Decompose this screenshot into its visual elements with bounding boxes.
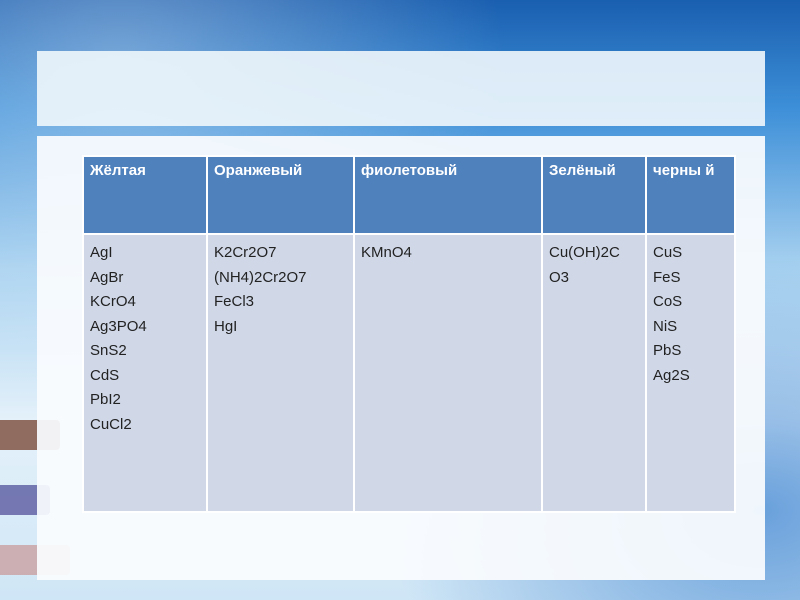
color-compounds-table: Жёлтая Оранжевый фиолетовый Зелёный черны й … (82, 155, 736, 513)
compound-formula: Cu(OH)2C (549, 244, 620, 261)
header-row: Жёлтая Оранжевый фиолетовый Зелёный черны й (82, 155, 736, 235)
compound-formula: AgI (90, 244, 113, 261)
compound-formula: SnS2 (90, 342, 127, 359)
compound-formula: PbS (653, 342, 682, 359)
table-cell: Cu(OH)2C O3 (541, 233, 647, 513)
compound-formula: AgBr (90, 268, 124, 286)
table-row: AgI AgBr KCrO4 Ag3PO4 SnS2 CdS PbI2 CuCl2 K2Cr2O… (82, 233, 736, 513)
table-cell: AgI AgBr KCrO4 Ag3PO4 SnS2 CdS PbI2 CuCl2 (82, 233, 208, 513)
compound-formula: Ag2S (653, 366, 690, 384)
compound-formula: O3 (549, 268, 570, 286)
column-header: фиолетовый (353, 155, 543, 235)
column-header: Жёлтая (82, 155, 208, 235)
compound-formula: NiS (653, 317, 678, 335)
title-placeholder (37, 51, 765, 126)
compound-formula: FeS (653, 268, 681, 286)
compound-formula: PbI2 (90, 391, 121, 408)
column-header: Зелёный (541, 155, 647, 235)
column-header: черны й (645, 155, 736, 235)
table-cell: KMnO4 (353, 233, 543, 513)
compound-formula: KMnO4 (361, 244, 412, 261)
table-cell: K2Cr2O7 (NH4)2Cr2O7 FeCl3 HgI (206, 233, 355, 513)
compound-formula: FeCl3 (214, 293, 255, 310)
column-header: Оранжевый (206, 155, 355, 235)
compound-formula: CoS (653, 293, 683, 310)
compound-formula: CuCl2 (90, 415, 132, 433)
compound-formula: Ag3PO4 (90, 317, 147, 335)
compound-formula: CuS (653, 244, 683, 261)
compound-formula: (NH4)2Cr2O7 (214, 268, 307, 286)
compound-formula: KCrO4 (90, 293, 136, 310)
compound-formula: HgI (214, 317, 238, 335)
table-cell: CuS FeS CoS NiS PbS Ag2S (645, 233, 736, 513)
compound-formula: CdS (90, 366, 120, 384)
compound-formula: K2Cr2O7 (214, 244, 277, 261)
